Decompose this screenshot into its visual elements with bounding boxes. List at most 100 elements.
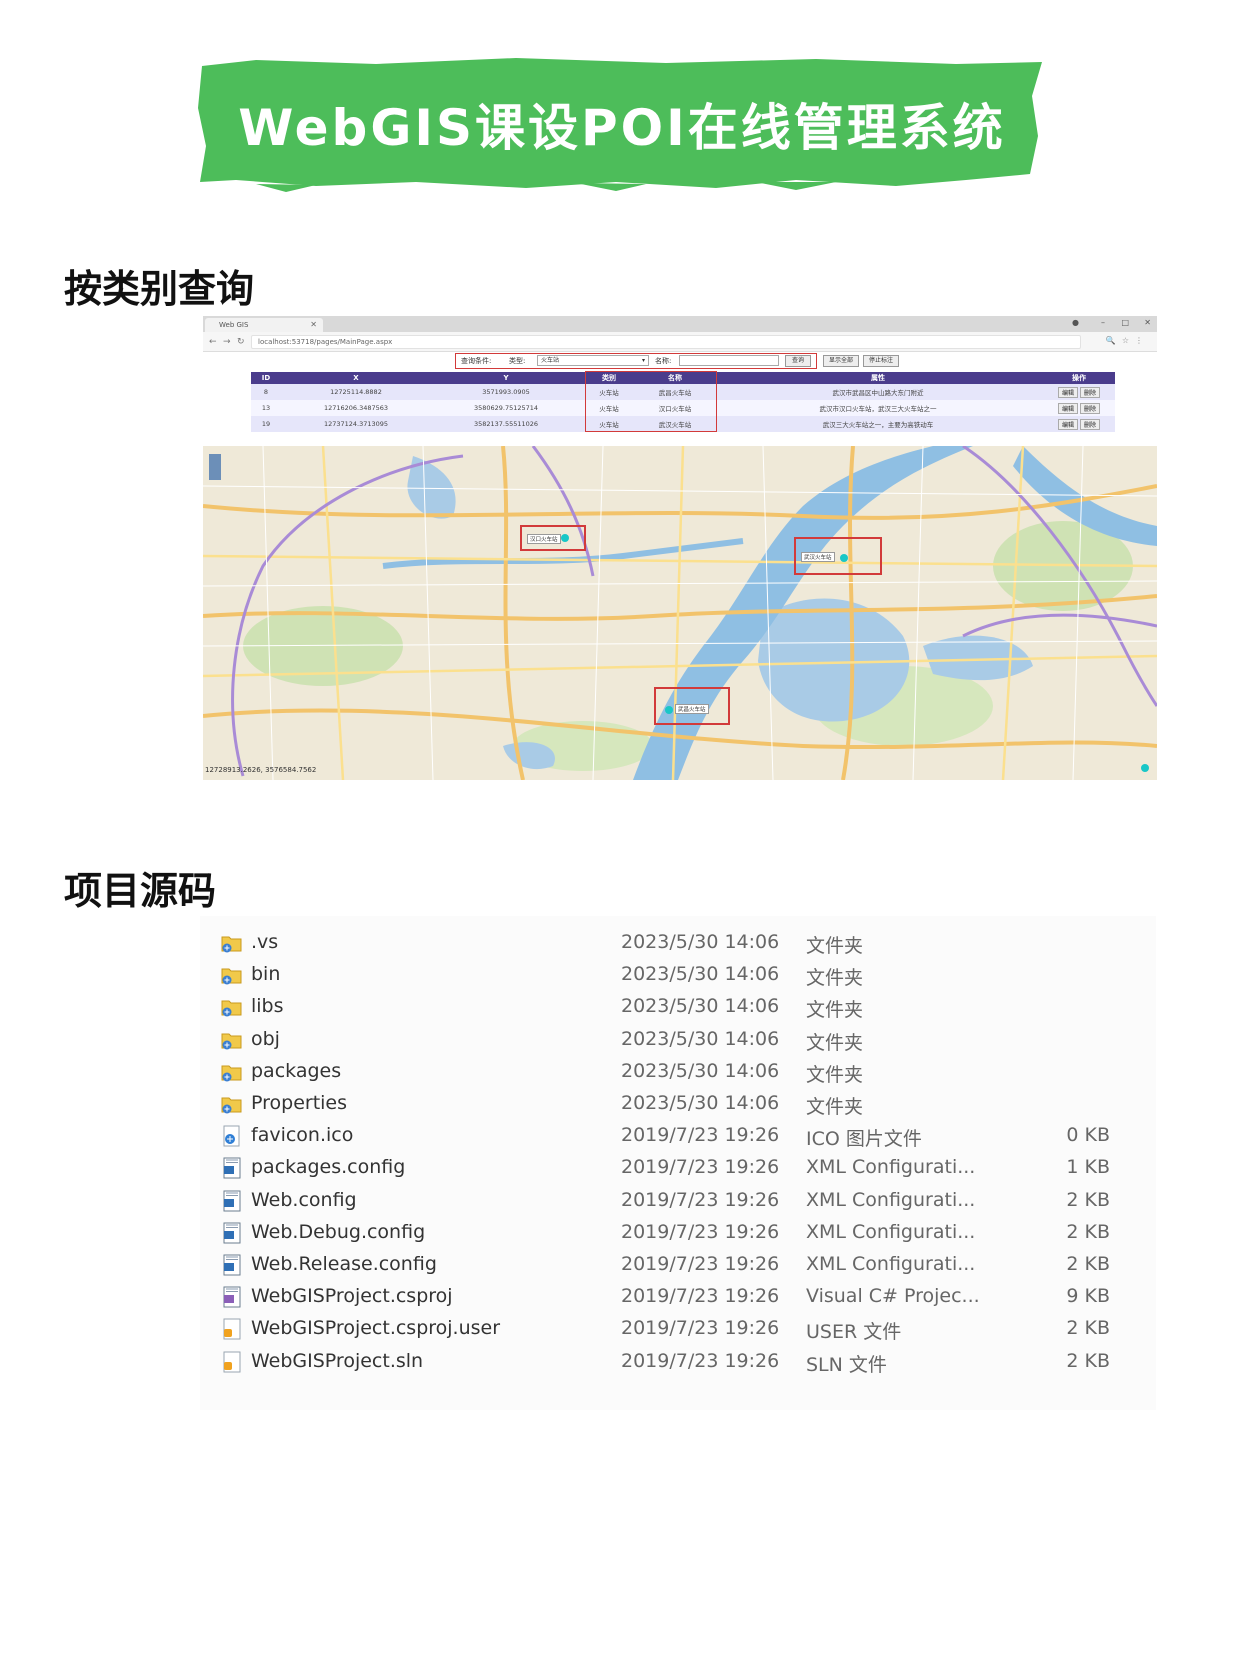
file-size: 0 KB <box>1066 1124 1110 1147</box>
file-date: 2019/7/23 19:26 <box>621 1349 780 1372</box>
file-type: 文件夹 <box>806 1063 864 1086</box>
edit-button[interactable]: 编辑 <box>1057 418 1078 430</box>
folder-icon <box>220 931 244 955</box>
file-row[interactable]: obj 2023/5/30 14:06 文件夹 <box>200 1023 1156 1055</box>
file-date: 2023/5/30 14:06 <box>621 1027 780 1050</box>
file-name: packages <box>251 1059 342 1082</box>
browser-tab[interactable]: Web GIS ✕ <box>205 318 323 332</box>
cell-actions: 编辑 删除 <box>1043 400 1115 416</box>
file-type: XML Configurati... <box>806 1220 976 1243</box>
file-explorer: .vs 2023/5/30 14:06 文件夹 bin 2023/5/30 14:06 文… <box>200 916 1156 1410</box>
section-heading-source: 项目源码 <box>64 869 217 913</box>
cell-actions: 编辑 删除 <box>1043 416 1115 432</box>
file-type: XML Configurati... <box>806 1253 976 1275</box>
edit-button[interactable]: 编辑 <box>1057 386 1078 398</box>
cell-id: 8 <box>251 384 281 400</box>
file-type: XML Configurati... <box>806 1188 976 1211</box>
cell-id: 13 <box>251 400 281 416</box>
file-date: 2019/7/23 19:26 <box>621 1188 780 1211</box>
cell-y: 3582137.55511026 <box>431 416 581 432</box>
name-input[interactable] <box>679 355 779 366</box>
file-name: packages.config <box>251 1156 406 1179</box>
marker-hankou[interactable] <box>561 534 569 542</box>
header-id: ID <box>251 372 281 384</box>
marker-label: 武汉火车站 <box>801 552 835 562</box>
file-row[interactable]: WebGISProject.sln 2019/7/23 19:26 SLN 文件 2 … <box>200 1345 1156 1377</box>
category-name-highlight <box>585 371 717 432</box>
name-label: 名称: <box>655 357 672 365</box>
condition-label: 查询条件: <box>461 357 492 365</box>
file-type: XML Configurati... <box>806 1156 976 1179</box>
header-y: Y <box>431 372 581 384</box>
address-bar: ← → ↻ localhost:53718/pages/MainPage.asp… <box>203 332 1157 352</box>
cell-x: 12737124.3713095 <box>281 416 431 432</box>
map-view[interactable]: 汉口火车站 武汉火车站 武昌火车站 12728913.2626, 3576584… <box>203 444 1157 780</box>
url-input[interactable]: localhost:53718/pages/MainPage.aspx <box>251 335 1081 349</box>
type-select[interactable]: 火车站 ▾ <box>537 355 649 366</box>
header-action: 操作 <box>1043 372 1115 384</box>
file-size: 1 KB <box>1066 1156 1110 1179</box>
back-icon[interactable]: ← <box>209 337 217 347</box>
file-row[interactable]: .vs 2023/5/30 14:06 文件夹 <box>200 926 1156 958</box>
file-row[interactable]: WebGISProject.csproj 2019/7/23 19:26 Visua… <box>200 1280 1156 1312</box>
close-window-icon[interactable]: ✕ <box>1144 318 1151 327</box>
file-name: .vs <box>251 931 279 953</box>
config-file-icon <box>220 1189 244 1213</box>
delete-button[interactable]: 删除 <box>1080 402 1101 414</box>
file-type: USER 文件 <box>806 1321 902 1344</box>
file-type: 文件夹 <box>806 1096 864 1118</box>
file-row[interactable]: Web.Release.config 2019/7/23 19:26 XML Con… <box>200 1248 1156 1280</box>
forward-icon[interactable]: → <box>223 337 231 347</box>
file-name: Properties <box>251 1092 348 1114</box>
file-type: ICO 图片文件 <box>806 1128 922 1151</box>
reload-icon[interactable]: ↻ <box>237 337 245 347</box>
file-row[interactable]: packages 2023/5/30 14:06 文件夹 <box>200 1055 1156 1087</box>
star-icon[interactable]: 🔍☆⋮ <box>1106 336 1149 345</box>
title-banner: WebGIS课设POI在线管理系统 <box>196 56 1048 192</box>
delete-button[interactable]: 删除 <box>1080 386 1101 398</box>
file-row[interactable]: WebGISProject.csproj.user 2019/7/23 19:26… <box>200 1312 1156 1344</box>
profile-icon[interactable]: ● <box>1072 318 1079 327</box>
marker-wuhan[interactable] <box>840 554 848 562</box>
file-type: Visual C# Projec... <box>806 1285 980 1308</box>
image-file-icon <box>220 1124 244 1148</box>
coordinate-readout: 12728913.2626, 3576584.7562 <box>205 766 317 774</box>
file-row[interactable]: Web.config 2019/7/23 19:26 XML Configurati… <box>200 1184 1156 1216</box>
file-type: 文件夹 <box>806 999 864 1022</box>
browser-screenshot: Web GIS ✕ ● – □ ✕ ← → ↻ localhost:53718/… <box>203 316 1157 780</box>
edit-button[interactable]: 编辑 <box>1057 402 1078 414</box>
file-date: 2019/7/23 19:26 <box>621 1317 780 1340</box>
file-row[interactable]: bin 2023/5/30 14:06 文件夹 <box>200 958 1156 990</box>
file-name: libs <box>251 995 284 1018</box>
map-canvas[interactable] <box>203 444 1157 780</box>
cell-y: 3571993.0905 <box>431 384 581 400</box>
user-file-icon <box>220 1317 244 1341</box>
type-select-value: 火车站 <box>541 357 560 364</box>
stop-label-button[interactable]: 停止标注 <box>863 355 899 367</box>
file-row[interactable]: packages.config 2019/7/23 19:26 XML Config… <box>200 1151 1156 1183</box>
folder-icon <box>220 963 244 987</box>
file-size: 2 KB <box>1066 1220 1110 1243</box>
file-row[interactable]: Properties 2023/5/30 14:06 文件夹 <box>200 1087 1156 1119</box>
tab-close-icon[interactable]: ✕ <box>310 318 317 332</box>
marker-label: 武昌火车站 <box>675 704 709 714</box>
maximize-icon[interactable]: □ <box>1121 318 1129 327</box>
minimize-icon[interactable]: – <box>1101 318 1105 327</box>
page-title: WebGIS课设POI在线管理系统 <box>238 99 1006 157</box>
file-date: 2023/5/30 14:06 <box>621 963 780 986</box>
file-row[interactable]: libs 2023/5/30 14:06 文件夹 <box>200 990 1156 1022</box>
csproj-file-icon <box>220 1285 244 1309</box>
show-all-button[interactable]: 显示全部 <box>823 355 859 367</box>
marker-wuchang[interactable] <box>665 706 673 714</box>
delete-button[interactable]: 删除 <box>1080 418 1101 430</box>
config-file-icon <box>220 1156 244 1180</box>
query-button[interactable]: 查询 <box>785 355 811 367</box>
file-size: 2 KB <box>1066 1349 1110 1372</box>
section-heading-query: 按类别查询 <box>64 267 255 311</box>
cell-attr: 武汉三大火车站之一，主要为高铁动车 <box>713 416 1043 432</box>
config-file-icon <box>220 1253 244 1277</box>
file-row[interactable]: favicon.ico 2019/7/23 19:26 ICO 图片文件 0 KB <box>200 1119 1156 1151</box>
file-date: 2023/5/30 14:06 <box>621 1092 780 1114</box>
marker-label: 汉口火车站 <box>527 534 561 544</box>
file-row[interactable]: Web.Debug.config 2019/7/23 19:26 XML Confi… <box>200 1216 1156 1248</box>
